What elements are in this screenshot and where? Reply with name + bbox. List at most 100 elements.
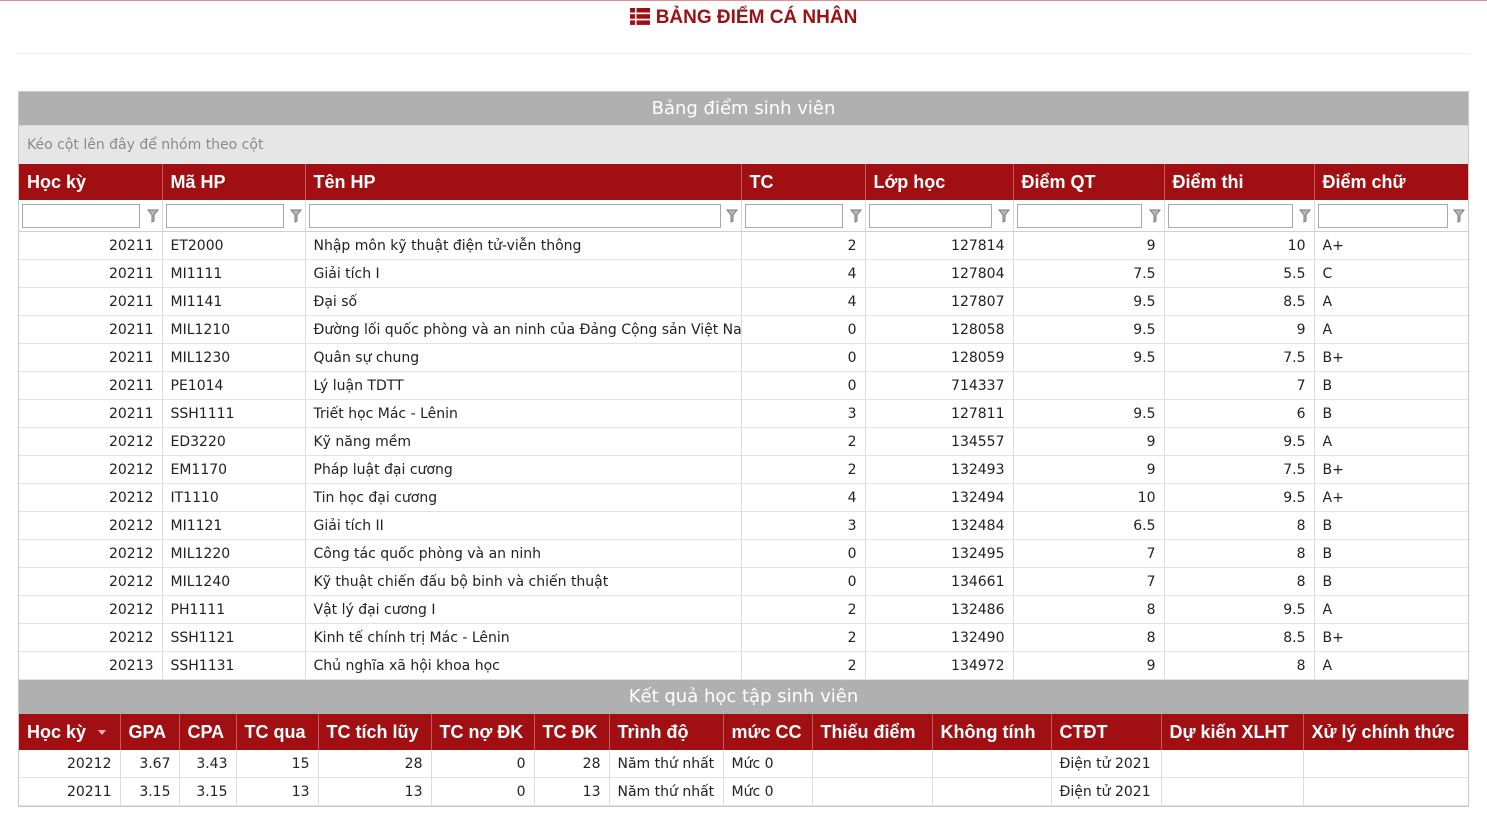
table-cell: 8	[1013, 623, 1165, 652]
table-row[interactable]: 20211 3.15 3.15 13 13 0 13 Năm thứ nhất Mức 0 Điệ…	[19, 777, 1468, 806]
grades-column-header[interactable]: Điểm chữ	[1314, 164, 1468, 200]
table-row[interactable]: 20212 MI1121 Giải tích II 3 132484 6.5 8 B	[19, 511, 1468, 540]
filter-icon[interactable]	[1298, 209, 1311, 223]
table-cell: Điện tử 2021	[1051, 777, 1162, 806]
table-cell: A+	[1314, 483, 1468, 512]
results-column-header[interactable]: Thiếu điểm	[812, 714, 933, 750]
filter-icon[interactable]	[289, 209, 302, 223]
grades-column-header[interactable]: Lớp học	[865, 164, 1014, 200]
table-cell: Năm thứ nhất	[609, 750, 724, 778]
filter-icon[interactable]	[849, 209, 862, 223]
grades-column-header[interactable]: Điểm thi	[1164, 164, 1315, 200]
results-column-header[interactable]: GPA	[120, 714, 180, 750]
results-column-header[interactable]: TC qua	[236, 714, 319, 750]
table-cell: ET2000	[162, 231, 306, 260]
results-column-header[interactable]: CTĐT	[1051, 714, 1162, 750]
results-column-label: Xử lý chính thức	[1311, 721, 1455, 742]
table-cell: 132494	[865, 483, 1014, 512]
grades-column-header[interactable]: Tên HP	[305, 164, 742, 200]
filter-icon[interactable]	[997, 209, 1010, 223]
filter-icon[interactable]	[1453, 209, 1465, 223]
column-filter-input[interactable]	[308, 203, 721, 228]
table-cell: Mức 0	[723, 777, 813, 806]
grades-column-header[interactable]: Học kỳ	[19, 164, 163, 200]
results-column-header[interactable]: TC nợ ĐK	[431, 714, 535, 750]
results-column-header[interactable]: CPA	[179, 714, 237, 750]
table-row[interactable]: 20211 MIL1230 Quân sự chung 0 128059 9.5 7.5 B+	[19, 343, 1468, 372]
results-column-header[interactable]: Dự kiến XLHT	[1161, 714, 1304, 750]
table-cell: 8	[1164, 651, 1315, 680]
grades-column-header[interactable]: Điểm QT	[1013, 164, 1165, 200]
results-header-row: Học kỳ GPA CPA TC qua TC tích lũy TC nợ ĐK TC …	[19, 714, 1468, 750]
table-cell: 20212	[19, 539, 163, 568]
table-cell: 20211	[19, 343, 163, 372]
table-cell: 9.5	[1164, 483, 1315, 512]
results-table: Học kỳ GPA CPA TC qua TC tích lũy TC nợ ĐK TC …	[19, 714, 1468, 806]
table-row[interactable]: 20211 SSH1111 Triết học Mác - Lênin 3 127811…	[19, 399, 1468, 428]
table-row[interactable]: 20212 MIL1240 Kỹ thuật chiến đấu bộ binh v…	[19, 567, 1468, 596]
table-cell: Vật lý đại cương I	[305, 595, 742, 624]
table-cell: 7	[1164, 371, 1315, 400]
column-filter-input[interactable]	[1167, 203, 1293, 228]
table-row[interactable]: 20211 MI1111 Giải tích I 4 127804 7.5 5.5 C	[19, 259, 1468, 288]
group-by-panel[interactable]: Kéo cột lên đây để nhóm theo cột	[19, 125, 1468, 164]
table-cell: 9	[1013, 427, 1165, 456]
table-row[interactable]: 20212 ED3220 Kỹ năng mềm 2 134557 9 9.5 A	[19, 427, 1468, 456]
top-border-line	[0, 0, 1487, 1]
filter-icon[interactable]	[725, 209, 738, 223]
results-column-header[interactable]: TC tích lũy	[318, 714, 432, 750]
table-cell: 7.5	[1013, 259, 1165, 288]
table-cell: 2	[741, 651, 866, 680]
results-column-header[interactable]: mức CC	[723, 714, 813, 750]
table-cell: 20212	[19, 455, 163, 484]
table-row[interactable]: 20213 SSH1131 Chủ nghĩa xã hội khoa học 2 13…	[19, 651, 1468, 680]
table-cell: 13	[236, 777, 319, 806]
table-cell: IT1110	[162, 483, 306, 512]
grades-column-header[interactable]: Mã HP	[162, 164, 306, 200]
results-column-header[interactable]: TC ĐK	[534, 714, 610, 750]
column-filter-input[interactable]	[165, 203, 284, 228]
table-cell: 2	[741, 623, 866, 652]
table-row[interactable]: 20212 3.67 3.43 15 28 0 28 Năm thứ nhất Mức 0 Điệ…	[19, 750, 1468, 778]
results-grid-caption: Kết quả học tập sinh viên	[19, 680, 1468, 714]
results-column-header[interactable]: Trình độ	[609, 714, 724, 750]
table-cell: 127814	[865, 231, 1014, 260]
table-row[interactable]: 20211 MI1141 Đại số 4 127807 9.5 8.5 A	[19, 287, 1468, 316]
table-row[interactable]: 20212 PH1111 Vật lý đại cương I 2 132486 8 9.5…	[19, 595, 1468, 624]
table-row[interactable]: 20212 EM1170 Pháp luật đại cương 2 132493 9 7.…	[19, 455, 1468, 484]
table-cell: MI1121	[162, 511, 306, 540]
table-cell: 20211	[19, 231, 163, 260]
results-column-label: TC nợ ĐK	[439, 721, 524, 742]
table-cell: 0	[741, 567, 866, 596]
table-cell: A+	[1314, 231, 1468, 260]
table-row[interactable]: 20211 ET2000 Nhập môn kỹ thuật điện tử-viễ…	[19, 231, 1468, 260]
table-cell: 10	[1013, 483, 1165, 512]
table-cell: 128058	[865, 315, 1014, 344]
table-row[interactable]: 20211 MIL1210 Đường lối quốc phòng và an n…	[19, 315, 1468, 344]
filter-icon[interactable]	[146, 209, 159, 223]
table-cell: 134557	[865, 427, 1014, 456]
table-cell	[1303, 777, 1468, 806]
table-cell: MI1141	[162, 287, 306, 316]
results-column-header[interactable]: Xử lý chính thức	[1303, 714, 1468, 750]
filter-icon[interactable]	[1148, 209, 1161, 223]
column-filter-input[interactable]	[22, 203, 140, 228]
results-column-label: TC tích lũy	[326, 721, 419, 742]
column-filter-input[interactable]	[868, 203, 992, 228]
results-column-header[interactable]: Học kỳ	[19, 714, 121, 750]
table-cell: 8	[1164, 539, 1315, 568]
column-filter-input[interactable]	[1016, 203, 1142, 228]
column-filter-input[interactable]	[744, 203, 843, 228]
table-cell: 20211	[19, 777, 121, 806]
table-cell: 9	[1013, 231, 1165, 260]
grades-column-header[interactable]: TC	[741, 164, 866, 200]
grades-body: 20211 ET2000 Nhập môn kỹ thuật điện tử-viễ…	[19, 231, 1468, 680]
column-filter-input[interactable]	[1317, 203, 1448, 228]
table-row[interactable]: 20212 SSH1121 Kinh tế chính trị Mác - Lêni…	[19, 623, 1468, 652]
table-row[interactable]: 20212 MIL1220 Công tác quốc phòng và an ni…	[19, 539, 1468, 568]
table-row[interactable]: 20212 IT1110 Tin học đại cương 4 132494 10 9.5…	[19, 483, 1468, 512]
table-cell: B	[1314, 511, 1468, 540]
results-column-header[interactable]: Không tính	[932, 714, 1052, 750]
table-row[interactable]: 20211 PE1014 Lý luận TDTT 0 714337 7 B	[19, 371, 1468, 400]
sort-desc-icon[interactable]	[98, 730, 107, 736]
